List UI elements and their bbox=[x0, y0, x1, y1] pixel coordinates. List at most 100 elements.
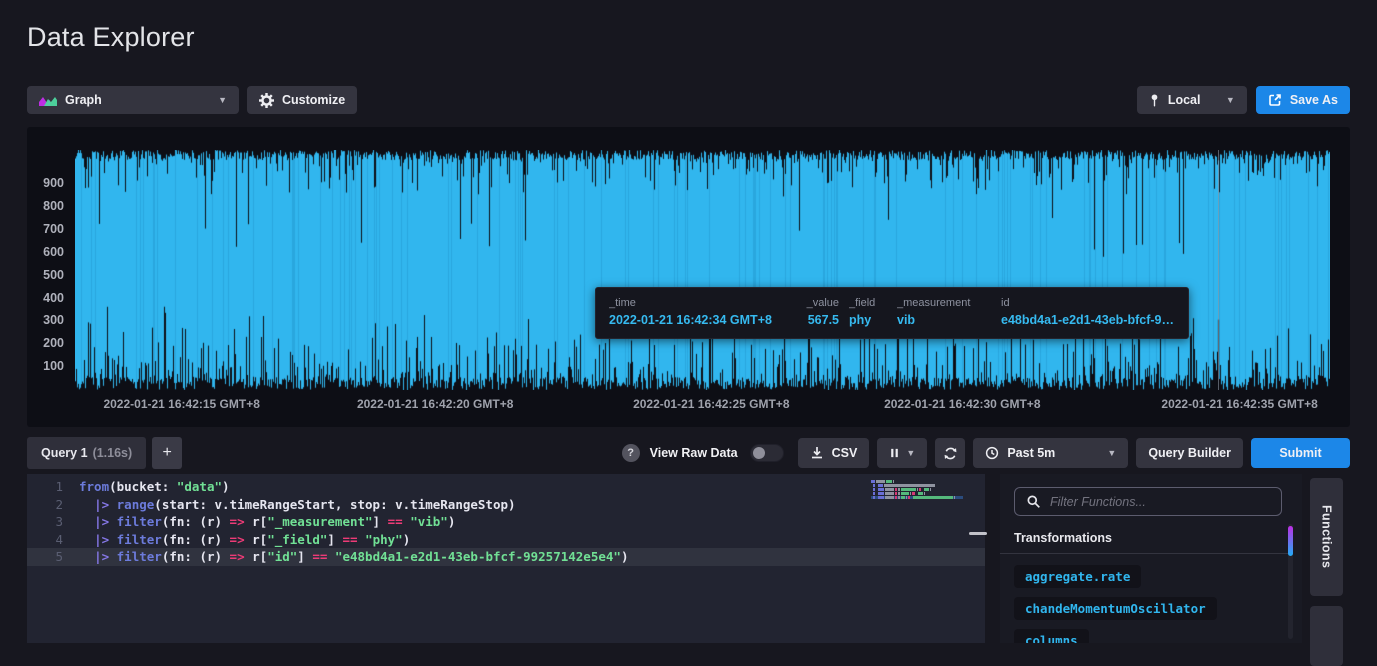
minimap-segment bbox=[873, 492, 875, 495]
code-token: "_measurement" bbox=[267, 514, 372, 529]
minimap-segment bbox=[916, 492, 917, 495]
hover-crosshair bbox=[1218, 150, 1219, 390]
y-axis: 100200300400500600700800900 bbox=[27, 150, 69, 390]
hover-tooltip: _time2022-01-21 16:42:34 GMT+8_value567.… bbox=[595, 287, 1189, 339]
code-token: ) bbox=[403, 532, 411, 547]
filter-functions-searchbox[interactable] bbox=[1014, 487, 1282, 516]
minimap-segment bbox=[876, 496, 877, 499]
x-tick-label: 2022-01-21 16:42:30 GMT+8 bbox=[884, 397, 1040, 411]
panel-resize-handle[interactable] bbox=[969, 532, 987, 535]
minimap-segment bbox=[878, 484, 883, 487]
minimap-segment bbox=[901, 492, 909, 495]
save-as-label: Save As bbox=[1290, 93, 1338, 107]
code-line[interactable]: 4 |> filter(fn: (r) => r["_field"] == "p… bbox=[27, 531, 985, 549]
csv-label: CSV bbox=[832, 446, 858, 460]
editor-minimap[interactable] bbox=[871, 480, 963, 500]
code-token: |> bbox=[94, 549, 109, 564]
query-tab[interactable]: Query 1 (1.16s) bbox=[27, 437, 146, 469]
view-raw-data-toggle[interactable] bbox=[750, 444, 784, 462]
tooltip-column-field: _fieldphy bbox=[849, 297, 887, 329]
minimap-segment bbox=[919, 488, 921, 491]
functions-list: aggregate.rate chandeMomentumOscillator co… bbox=[1014, 565, 1217, 643]
functions-scrollbar[interactable] bbox=[1288, 524, 1293, 639]
code-line[interactable]: 3 |> filter(fn: (r) => r["_measurement"]… bbox=[27, 513, 985, 531]
code-token bbox=[109, 532, 117, 547]
minimap-segment bbox=[885, 496, 893, 499]
query-builder-button[interactable]: Query Builder bbox=[1136, 438, 1243, 468]
code-token: == bbox=[312, 549, 327, 564]
minimap-segment bbox=[913, 496, 953, 499]
minimap-segment bbox=[878, 496, 884, 499]
transformations-header: Transformations bbox=[1014, 531, 1112, 545]
flux-editor[interactable]: 1from(bucket: "data")2 |> range(start: v… bbox=[27, 474, 985, 643]
code-token: == bbox=[342, 532, 357, 547]
local-dropdown[interactable]: Local ▼ bbox=[1137, 86, 1247, 114]
y-tick-label: 300 bbox=[28, 313, 64, 327]
minimap-segment bbox=[917, 488, 918, 491]
csv-download-button[interactable]: CSV bbox=[798, 438, 870, 468]
customize-button[interactable]: Customize bbox=[247, 86, 357, 114]
function-item[interactable]: columns bbox=[1014, 629, 1089, 643]
code-token: "id" bbox=[267, 549, 297, 564]
code-token bbox=[79, 514, 94, 529]
minimap-segment bbox=[873, 484, 875, 487]
code-line[interactable]: 2 |> range(start: v.timeRangeStart, stop… bbox=[27, 496, 985, 514]
y-tick-label: 700 bbox=[28, 222, 64, 236]
y-tick-label: 900 bbox=[28, 176, 64, 190]
query-duration: (1.16s) bbox=[93, 446, 133, 460]
view-type-dropdown[interactable]: Graph ▼ bbox=[27, 86, 239, 114]
line-number: 2 bbox=[27, 496, 63, 514]
code-token: (fn: (r) bbox=[162, 514, 230, 529]
minimap-segment bbox=[871, 488, 872, 491]
function-item[interactable]: chandeMomentumOscillator bbox=[1014, 597, 1217, 620]
tooltip-column-time: _time2022-01-21 16:42:34 GMT+8 bbox=[609, 297, 781, 329]
code-line[interactable]: 5 |> filter(fn: (r) => r["id"] == "e48bd… bbox=[27, 548, 985, 566]
add-query-button[interactable]: + bbox=[152, 437, 182, 469]
minimap-segment bbox=[901, 488, 916, 491]
chart-panel: 100200300400500600700800900 2022-01-21 1… bbox=[27, 127, 1350, 427]
tooltip-column-header: _measurement bbox=[897, 297, 991, 309]
filter-functions-input[interactable] bbox=[1050, 495, 1270, 509]
time-range-dropdown[interactable]: Past 5m ▼ bbox=[973, 438, 1128, 468]
functions-panel: Transformations aggregate.rate chandeMome… bbox=[1000, 474, 1302, 643]
customize-label: Customize bbox=[282, 93, 345, 107]
line-number: 3 bbox=[27, 513, 63, 531]
code-line[interactable]: 1from(bucket: "data") bbox=[27, 478, 985, 496]
y-tick-label: 800 bbox=[28, 199, 64, 213]
pause-dropdown-button[interactable]: ▼ bbox=[877, 438, 927, 468]
help-icon[interactable]: ? bbox=[622, 444, 640, 462]
submit-button[interactable]: Submit bbox=[1251, 438, 1350, 468]
y-tick-label: 400 bbox=[28, 291, 64, 305]
code-token: |> bbox=[94, 497, 109, 512]
code-token: (start: v.timeRangeStart, stop: v.timeRa… bbox=[154, 497, 515, 512]
tab-below-functions[interactable] bbox=[1310, 606, 1343, 666]
plot-area[interactable] bbox=[75, 150, 1330, 390]
line-number: 1 bbox=[27, 478, 63, 496]
minimap-segment bbox=[895, 496, 897, 499]
minimap-line bbox=[871, 492, 963, 495]
x-tick-label: 2022-01-21 16:42:35 GMT+8 bbox=[1161, 397, 1317, 411]
function-item[interactable]: aggregate.rate bbox=[1014, 565, 1141, 588]
line-content: from(bucket: "data") bbox=[63, 478, 230, 496]
refresh-button[interactable] bbox=[935, 438, 965, 468]
view-toolbar: Graph ▼ Customize bbox=[27, 86, 357, 114]
query-controls: ? View Raw Data CSV ▼ bbox=[622, 438, 1350, 468]
minimap-segment bbox=[876, 480, 884, 483]
code-token: "vib" bbox=[410, 514, 448, 529]
minimap-line bbox=[871, 484, 963, 487]
code-token: (fn: (r) bbox=[162, 549, 230, 564]
code-token bbox=[79, 549, 94, 564]
refresh-icon bbox=[943, 446, 958, 461]
code-token bbox=[327, 549, 335, 564]
code-token bbox=[358, 532, 366, 547]
code-token: (fn: (r) bbox=[162, 532, 230, 547]
minimap-segment bbox=[908, 496, 910, 499]
chevron-down-icon: ▼ bbox=[906, 449, 915, 458]
tab-functions[interactable]: Functions bbox=[1310, 478, 1343, 596]
save-as-button[interactable]: Save As bbox=[1256, 86, 1350, 114]
line-content: |> filter(fn: (r) => r["_field"] == "phy… bbox=[63, 531, 410, 549]
minimap-segment bbox=[911, 496, 912, 499]
minimap-segment bbox=[895, 492, 897, 495]
scrollbar-thumb[interactable] bbox=[1288, 526, 1293, 556]
x-axis: 2022-01-21 16:42:15 GMT+82022-01-21 16:4… bbox=[75, 397, 1330, 413]
